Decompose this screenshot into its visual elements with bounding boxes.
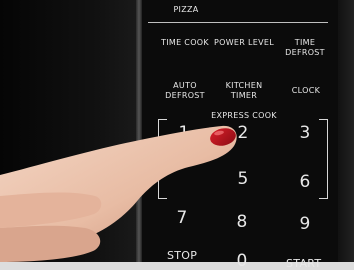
curled-fingers	[0, 225, 101, 262]
pointing-hand	[0, 125, 237, 262]
microwave-keypad-photo: PIZZA TIME COOK POWER LEVEL TIME DEFROST…	[0, 0, 354, 270]
